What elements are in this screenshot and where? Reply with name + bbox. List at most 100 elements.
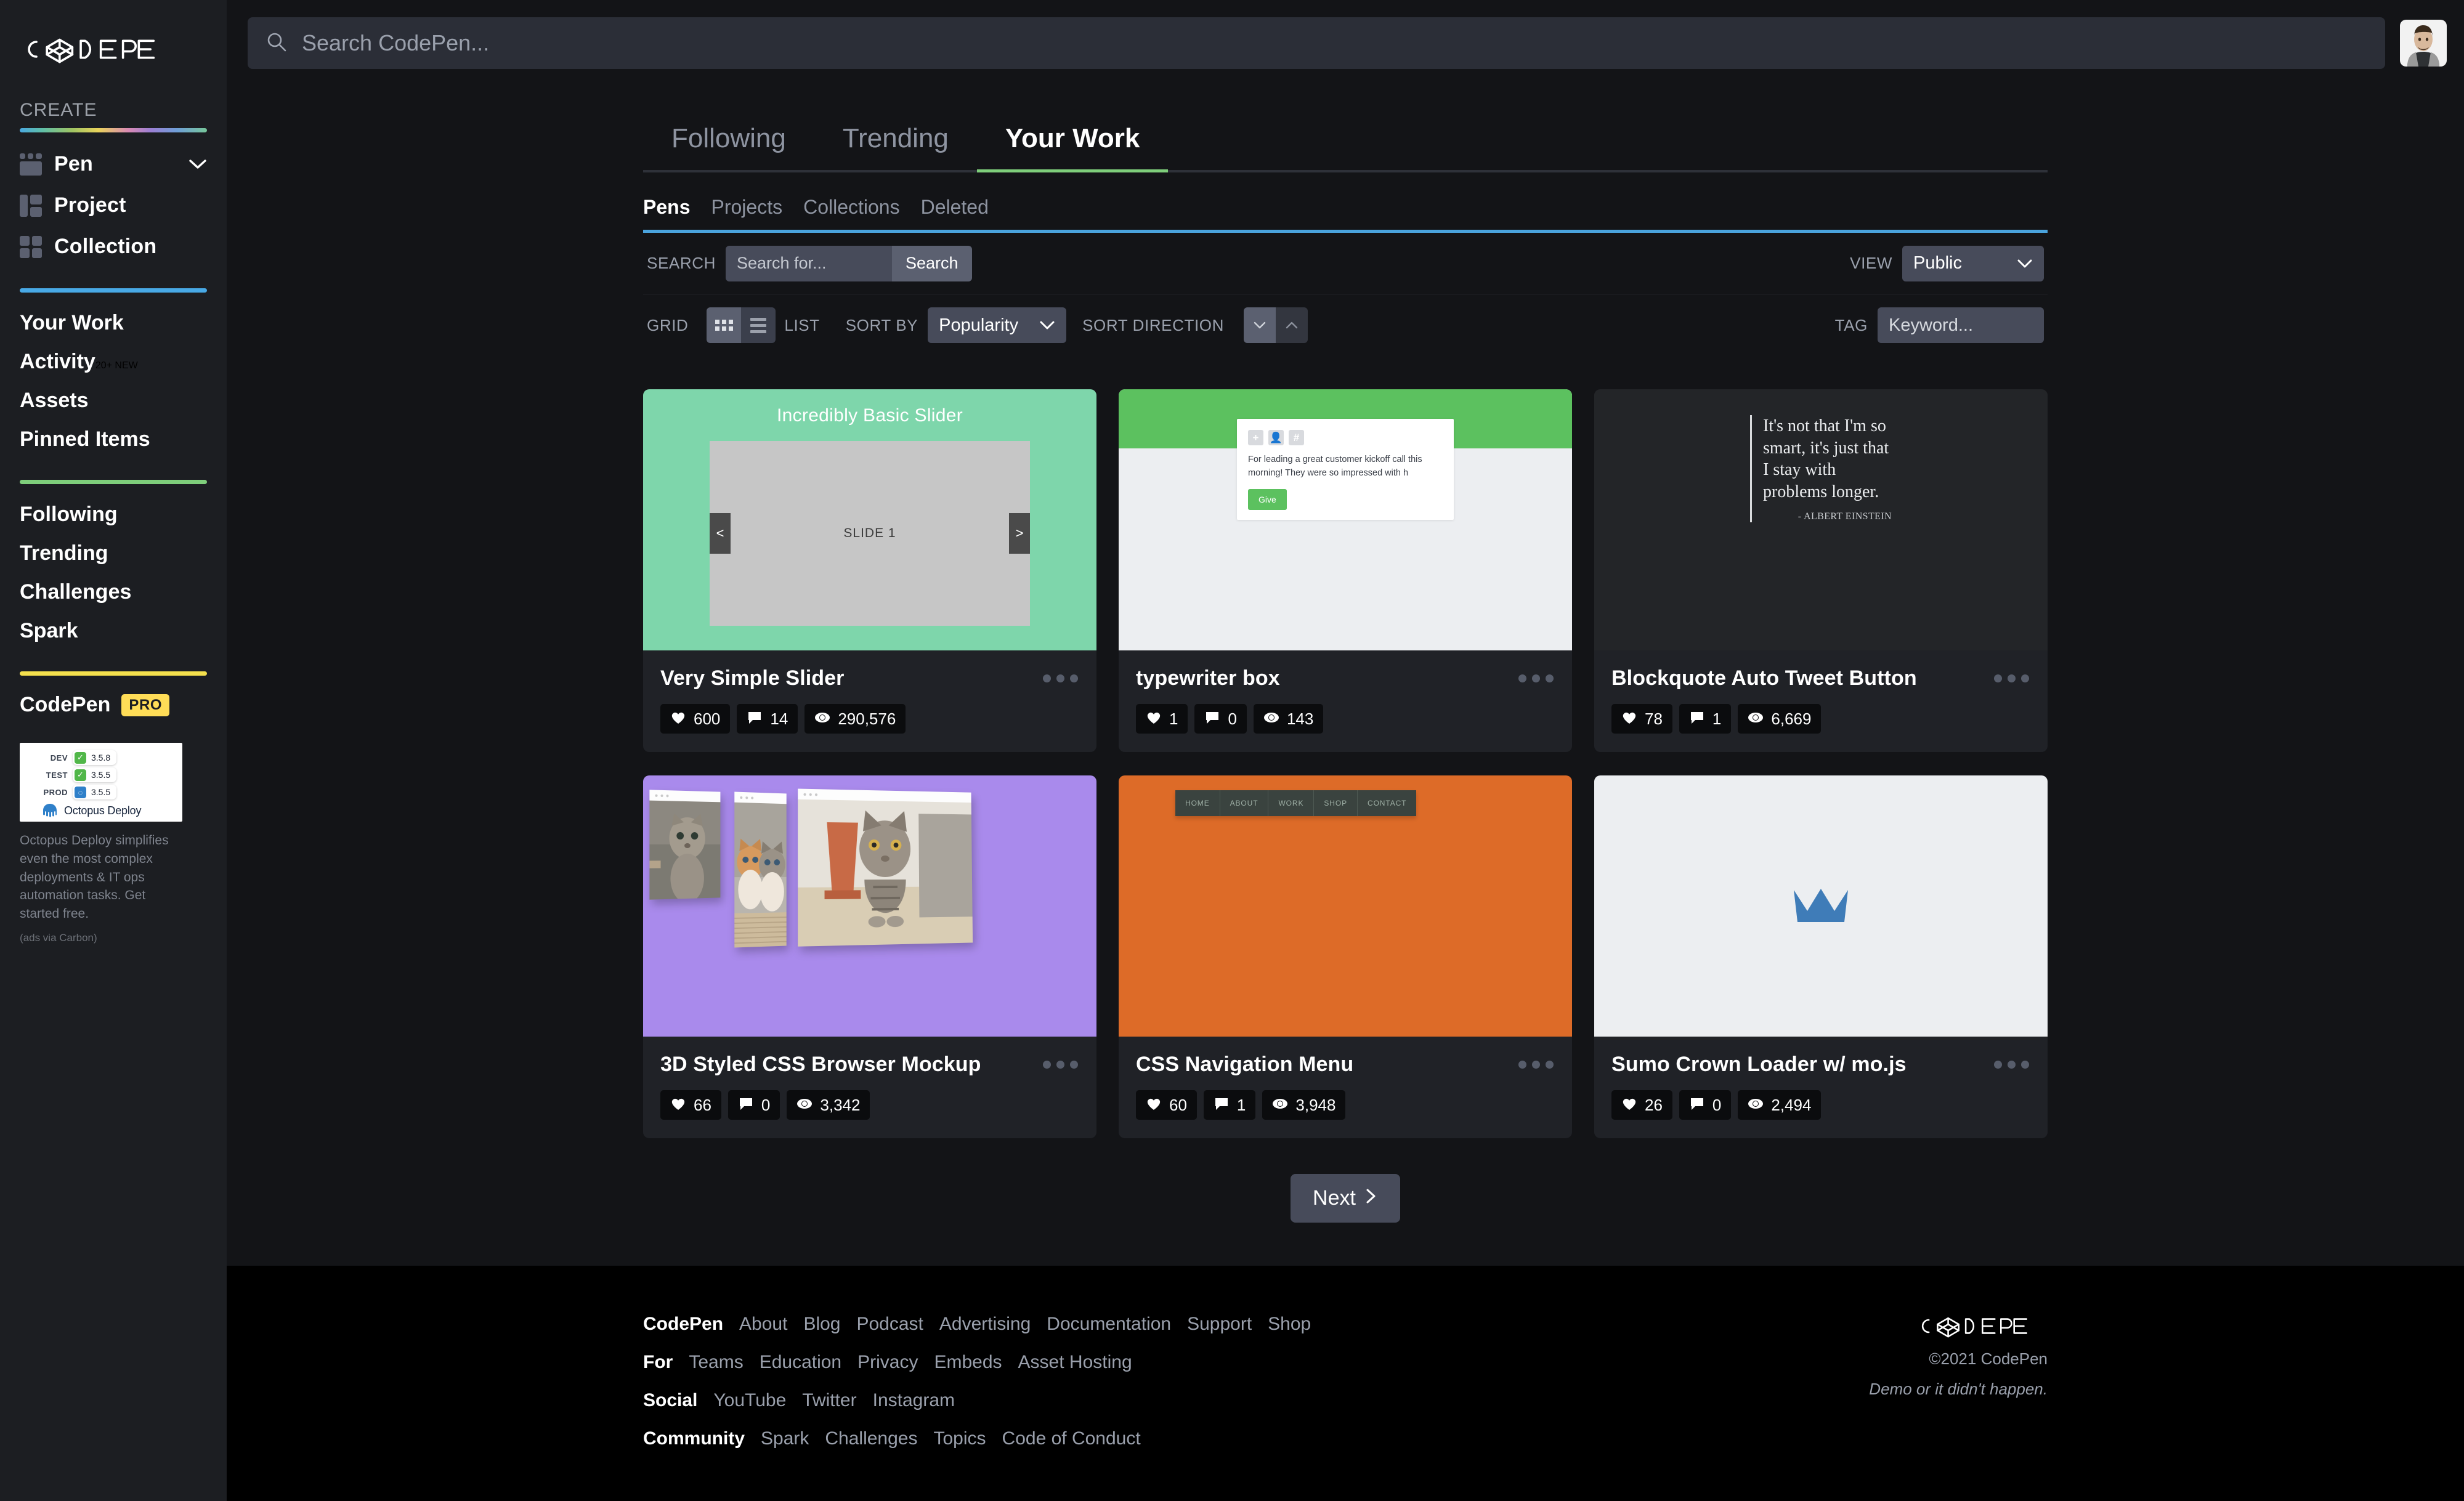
slider-next-button[interactable]: > (1009, 513, 1030, 554)
comment-icon (1689, 1097, 1705, 1114)
sidebar-item-assets[interactable]: Assets (20, 381, 207, 420)
tab-following[interactable]: Following (643, 118, 814, 170)
pen-preview[interactable]: + 👤 # For leading a great customer kicko… (1119, 389, 1572, 650)
grid-view-icon[interactable] (707, 307, 742, 343)
pen-preview[interactable]: It's not that I'm so smart, it's just th… (1594, 389, 2048, 650)
typewriter-give-button[interactable]: Give (1248, 488, 1287, 510)
footer-link-advertising[interactable]: Advertising (939, 1314, 1031, 1335)
sidebar-item-your-work[interactable]: Your Work (20, 304, 207, 342)
footer-link-challenges[interactable]: Challenges (825, 1428, 917, 1449)
sidebar-item-project[interactable]: Project (20, 185, 207, 226)
pen-title[interactable]: typewriter box (1136, 666, 1280, 690)
pen-title[interactable]: CSS Navigation Menu (1136, 1053, 1353, 1077)
footer-link-documentation[interactable]: Documentation (1047, 1314, 1171, 1335)
pen-preview[interactable] (1594, 775, 2048, 1037)
pen-options-icon[interactable] (1993, 671, 2030, 686)
footer-link-code-of-conduct[interactable]: Code of Conduct (1002, 1428, 1141, 1449)
footer-codepen-logo[interactable] (1900, 1314, 2048, 1338)
filter-row-search: SEARCH Search VIEW Public (643, 233, 2048, 294)
sidebar-item-activity[interactable]: Activity 20+ NEW (20, 342, 207, 381)
tag-filter[interactable] (1878, 307, 2044, 343)
sort-ascending-button[interactable] (1276, 307, 1308, 343)
footer-heading: Social (643, 1390, 698, 1410)
codepen-logo[interactable] (21, 34, 160, 64)
footer-link-spark[interactable]: Spark (761, 1428, 809, 1449)
subtab-deleted[interactable]: Deleted (921, 196, 989, 219)
carbon-ad[interactable]: DEV ✓ 3.5.8 TEST ✓ 3.5.5 PROD ◌ 3.5.5 Oc… (20, 743, 182, 944)
pen-preview[interactable]: HOME ABOUT WORK SHOP CONTACT (1119, 775, 1572, 1037)
footer-link-teams[interactable]: Teams (689, 1352, 743, 1373)
footer-link-about[interactable]: About (739, 1314, 787, 1335)
global-search[interactable] (248, 17, 2385, 69)
pen-search-button[interactable]: Search (891, 245, 972, 281)
chevron-down-icon[interactable] (188, 159, 207, 170)
pen-title[interactable]: Sumo Crown Loader w/ mo.js (1611, 1053, 1907, 1077)
pen-options-icon[interactable] (1993, 1057, 2030, 1072)
nav-menu-item[interactable]: HOME (1175, 790, 1220, 816)
sidebar-item-pen[interactable]: Pen (20, 144, 207, 185)
footer-link-podcast[interactable]: Podcast (856, 1314, 923, 1335)
footer-link-twitter[interactable]: Twitter (802, 1390, 856, 1411)
slider-prev-button[interactable]: < (710, 513, 731, 554)
footer-link-shop[interactable]: Shop (1268, 1314, 1311, 1335)
sort-descending-button[interactable] (1244, 307, 1276, 343)
nav-menu-item[interactable]: SHOP (1314, 790, 1358, 816)
pen-options-icon[interactable] (1042, 1057, 1079, 1072)
subtab-projects[interactable]: Projects (711, 196, 782, 219)
pen-search-input[interactable] (725, 245, 892, 281)
pen-card-body: CSS Navigation Menu 60 1 3,948 (1119, 1037, 1572, 1138)
pen-card[interactable]: Sumo Crown Loader w/ mo.js 26 0 2,494 (1594, 775, 2048, 1138)
footer: CodePen About Blog Podcast Advertising D… (227, 1266, 2464, 1501)
pen-options-icon[interactable] (1517, 1057, 1555, 1072)
pen-card[interactable]: It's not that I'm so smart, it's just th… (1594, 389, 2048, 752)
footer-link-instagram[interactable]: Instagram (873, 1390, 955, 1411)
footer-link-topics[interactable]: Topics (933, 1428, 986, 1449)
pen-comments-count: 0 (761, 1095, 771, 1114)
subtab-pens[interactable]: Pens (643, 196, 690, 219)
pen-card[interactable]: Incredibly Basic Slider < SLIDE 1 > Very… (643, 389, 1096, 752)
view-select[interactable]: Public (1902, 245, 2044, 281)
pen-options-icon[interactable] (1042, 671, 1079, 686)
footer-link-education[interactable]: Education (760, 1352, 841, 1373)
sidebar-item-collection[interactable]: Collection (20, 226, 207, 267)
sidebar-item-following[interactable]: Following (20, 495, 207, 534)
tab-your-work[interactable]: Your Work (976, 118, 1169, 172)
pen-card[interactable]: + 👤 # For leading a great customer kicko… (1119, 389, 1572, 752)
sidebar-item-challenges[interactable]: Challenges (20, 573, 207, 612)
pro-label: CodePen (20, 693, 111, 716)
content-region: Following Trending Your Work Pens Projec… (227, 86, 2464, 1266)
sort-by-select[interactable]: Popularity (928, 307, 1067, 343)
footer-link-asset-hosting[interactable]: Asset Hosting (1018, 1352, 1132, 1373)
search-input[interactable] (302, 30, 2367, 56)
pen-title[interactable]: Very Simple Slider (660, 666, 845, 690)
tab-trending[interactable]: Trending (814, 118, 977, 170)
footer-link-youtube[interactable]: YouTube (713, 1390, 786, 1411)
sidebar-item-pinned-items[interactable]: Pinned Items (20, 420, 207, 459)
sidebar-item-spark[interactable]: Spark (20, 612, 207, 650)
pen-title[interactable]: Blockquote Auto Tweet Button (1611, 666, 1917, 690)
next-page-button[interactable]: Next (1291, 1174, 1400, 1223)
sidebar-item-label: Project (54, 193, 126, 217)
pen-options-icon[interactable] (1517, 671, 1555, 686)
pen-card[interactable]: HOME ABOUT WORK SHOP CONTACT CSS Navigat… (1119, 775, 1572, 1138)
eye-icon (1272, 1097, 1288, 1114)
pen-comments: 14 (737, 704, 798, 734)
nav-menu-item[interactable]: WORK (1268, 790, 1315, 816)
list-view-icon[interactable] (741, 307, 776, 343)
tag-input[interactable] (1889, 315, 2033, 336)
footer-link-privacy[interactable]: Privacy (857, 1352, 918, 1373)
subtab-collections[interactable]: Collections (803, 196, 900, 219)
pen-preview[interactable]: Incredibly Basic Slider < SLIDE 1 > (643, 389, 1096, 650)
pen-stats: 78 1 6,669 (1611, 704, 2030, 734)
footer-link-support[interactable]: Support (1187, 1314, 1252, 1335)
footer-link-blog[interactable]: Blog (803, 1314, 840, 1335)
pen-title[interactable]: 3D Styled CSS Browser Mockup (660, 1053, 981, 1077)
nav-menu-item[interactable]: ABOUT (1220, 790, 1269, 816)
footer-link-embeds[interactable]: Embeds (934, 1352, 1002, 1373)
pen-preview[interactable] (643, 775, 1096, 1037)
pen-card[interactable]: 3D Styled CSS Browser Mockup 66 0 3,342 (643, 775, 1096, 1138)
sidebar-item-trending[interactable]: Trending (20, 534, 207, 573)
nav-menu-item[interactable]: CONTACT (1358, 790, 1416, 816)
sidebar-item-codepen-pro[interactable]: CodePen PRO (20, 687, 207, 717)
avatar[interactable] (2400, 20, 2447, 67)
